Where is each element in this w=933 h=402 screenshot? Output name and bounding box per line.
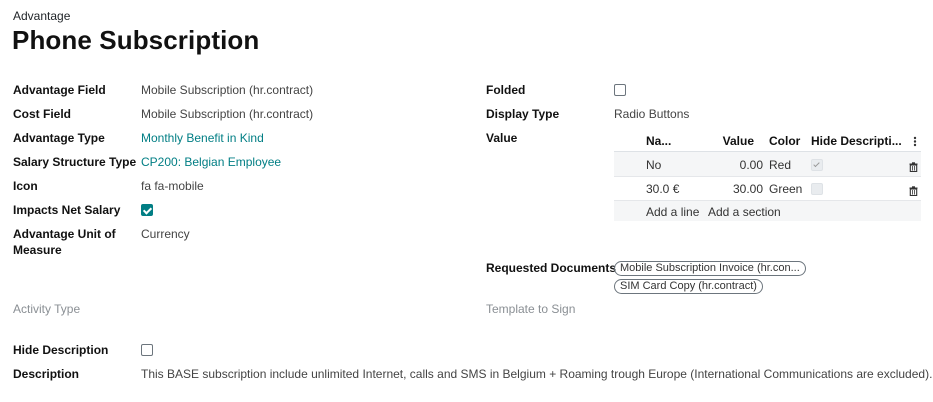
row-name[interactable]: 30.0 €: [646, 182, 679, 196]
row-hide-description-checkbox[interactable]: [811, 183, 823, 195]
add-line-link[interactable]: Add a line: [646, 205, 699, 219]
row-color[interactable]: Green: [769, 182, 802, 196]
row-value[interactable]: 30.00: [712, 182, 763, 196]
hide-description-checkbox[interactable]: [141, 344, 153, 356]
trash-icon[interactable]: [909, 183, 918, 201]
cost-field-value[interactable]: Mobile Subscription (hr.contract): [141, 107, 313, 121]
icon-label: Icon: [13, 179, 38, 193]
advantage-unit-label-line2: Measure: [13, 243, 62, 257]
display-type-label: Display Type: [486, 107, 560, 121]
column-header-value[interactable]: Value: [712, 134, 754, 148]
description-value[interactable]: This BASE subscription include unlimited…: [141, 367, 932, 381]
template-to-sign-label: Template to Sign: [486, 302, 576, 316]
icon-value[interactable]: fa fa-mobile: [141, 179, 204, 193]
value-label: Value: [486, 131, 518, 145]
breadcrumb[interactable]: Advantage: [13, 9, 70, 23]
display-type-value[interactable]: Radio Buttons: [614, 107, 689, 121]
row-hide-description-checkbox[interactable]: [811, 159, 823, 171]
row-divider: [614, 176, 921, 177]
advantage-field-value[interactable]: Mobile Subscription (hr.contract): [141, 83, 313, 97]
folded-checkbox[interactable]: [614, 84, 626, 96]
advantage-type-link[interactable]: Monthly Benefit in Kind: [141, 131, 264, 145]
salary-structure-type-label: Salary Structure Type: [13, 155, 137, 169]
vertical-ellipsis-icon[interactable]: [910, 134, 920, 148]
advantage-unit-label-line1: Advantage Unit of: [13, 227, 116, 241]
advantage-unit-value[interactable]: Currency: [141, 227, 190, 241]
row-name[interactable]: No: [646, 158, 661, 172]
trash-icon[interactable]: [909, 159, 918, 177]
column-header-color[interactable]: Color: [769, 134, 800, 148]
page-title: Phone Subscription: [12, 25, 260, 55]
impacts-net-salary-label: Impacts Net Salary: [13, 203, 121, 217]
advantage-type-label: Advantage Type: [13, 131, 105, 145]
column-header-hide-description[interactable]: Hide Descripti...: [811, 134, 902, 148]
requested-documents-label: Requested Documents: [486, 261, 617, 275]
row-color[interactable]: Red: [769, 158, 791, 172]
add-section-link[interactable]: Add a section: [708, 205, 781, 219]
activity-type-label: Activity Type: [13, 302, 81, 316]
folded-label: Folded: [486, 83, 526, 97]
document-tag[interactable]: Mobile Subscription Invoice (hr.con...: [614, 261, 806, 276]
row-value[interactable]: 0.00: [712, 158, 763, 172]
cost-field-label: Cost Field: [13, 107, 72, 121]
document-tag[interactable]: SIM Card Copy (hr.contract): [614, 279, 763, 294]
column-header-name[interactable]: Na...: [646, 134, 671, 148]
description-label: Description: [13, 367, 80, 381]
hide-description-label: Hide Description: [13, 343, 109, 357]
salary-structure-type-link[interactable]: CP200: Belgian Employee: [141, 155, 281, 169]
impacts-net-salary-checkbox[interactable]: [141, 204, 153, 216]
advantage-field-label: Advantage Field: [13, 83, 106, 97]
